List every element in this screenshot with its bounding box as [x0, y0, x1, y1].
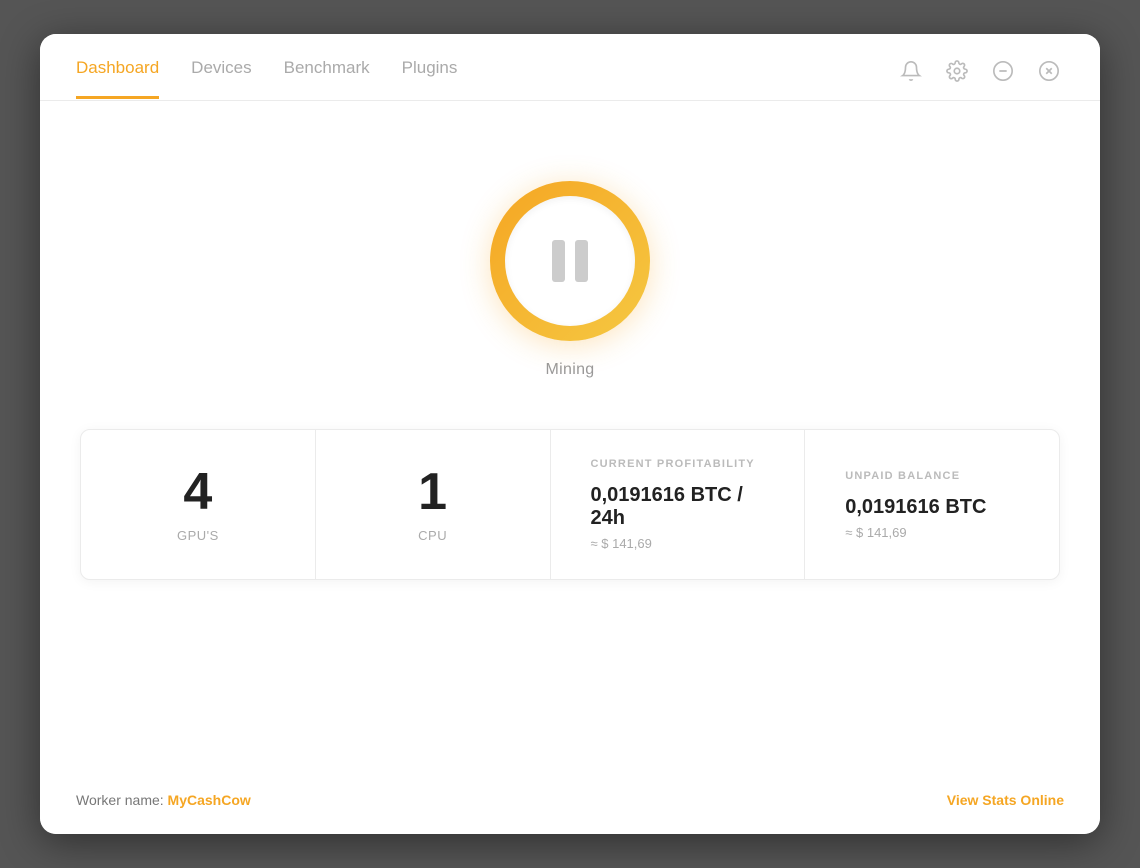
- balance-usd: ≈ $ 141,69: [845, 525, 906, 540]
- balance-title: UNPAID BALANCE: [845, 470, 960, 482]
- mining-toggle-button[interactable]: [490, 181, 650, 341]
- bell-icon-btn[interactable]: [896, 56, 926, 86]
- mining-btn-inner: [505, 196, 635, 326]
- balance-cell: UNPAID BALANCE 0,0191616 BTC ≈ $ 141,69: [805, 430, 1059, 579]
- nav-item-benchmark[interactable]: Benchmark: [284, 58, 370, 99]
- worker-label: Worker name: MyCashCow: [76, 792, 251, 808]
- profitability-usd: ≈ $ 141,69: [591, 536, 652, 551]
- cpu-stat-cell: 1 CPU: [316, 430, 551, 579]
- footer: Worker name: MyCashCow View Stats Online: [40, 766, 1100, 834]
- pause-bar-left: [552, 240, 565, 282]
- view-stats-link[interactable]: View Stats Online: [947, 792, 1064, 808]
- pause-icon: [552, 240, 588, 282]
- profitability-cell: CURRENT PROFITABILITY 0,0191616 BTC / 24…: [551, 430, 806, 579]
- bell-icon: [900, 60, 922, 82]
- balance-value: 0,0191616 BTC: [845, 496, 986, 519]
- nav-item-plugins[interactable]: Plugins: [402, 58, 458, 99]
- gpu-count: 4: [183, 466, 212, 518]
- pause-bar-right: [575, 240, 588, 282]
- settings-icon-btn[interactable]: [942, 56, 972, 86]
- gpu-stat-cell: 4 GPU'S: [81, 430, 316, 579]
- nav-bar: Dashboard Devices Benchmark Plugins: [40, 34, 1100, 100]
- cpu-count: 1: [418, 466, 447, 518]
- worker-name: MyCashCow: [168, 792, 251, 808]
- profitability-value: 0,0191616 BTC / 24h: [591, 484, 765, 530]
- app-window: Dashboard Devices Benchmark Plugins: [40, 34, 1100, 834]
- cpu-label: CPU: [418, 528, 447, 543]
- stats-row: 4 GPU'S 1 CPU CURRENT PROFITABILITY 0,01…: [80, 429, 1060, 580]
- mining-status-label: Mining: [546, 361, 595, 379]
- settings-icon: [946, 60, 968, 82]
- profitability-title: CURRENT PROFITABILITY: [591, 458, 755, 470]
- nav-right: [896, 56, 1064, 100]
- main-content: Mining 4 GPU'S 1 CPU CURRENT PROFITABILI…: [40, 101, 1100, 766]
- close-icon-btn[interactable]: [1034, 56, 1064, 86]
- nav-left: Dashboard Devices Benchmark Plugins: [76, 58, 457, 99]
- minimize-icon: [992, 60, 1014, 82]
- minimize-icon-btn[interactable]: [988, 56, 1018, 86]
- close-icon: [1038, 60, 1060, 82]
- mining-section: Mining: [490, 181, 650, 379]
- worker-prefix: Worker name:: [76, 792, 168, 808]
- gpu-label: GPU'S: [177, 528, 219, 543]
- nav-item-devices[interactable]: Devices: [191, 58, 251, 99]
- nav-item-dashboard[interactable]: Dashboard: [76, 58, 159, 99]
